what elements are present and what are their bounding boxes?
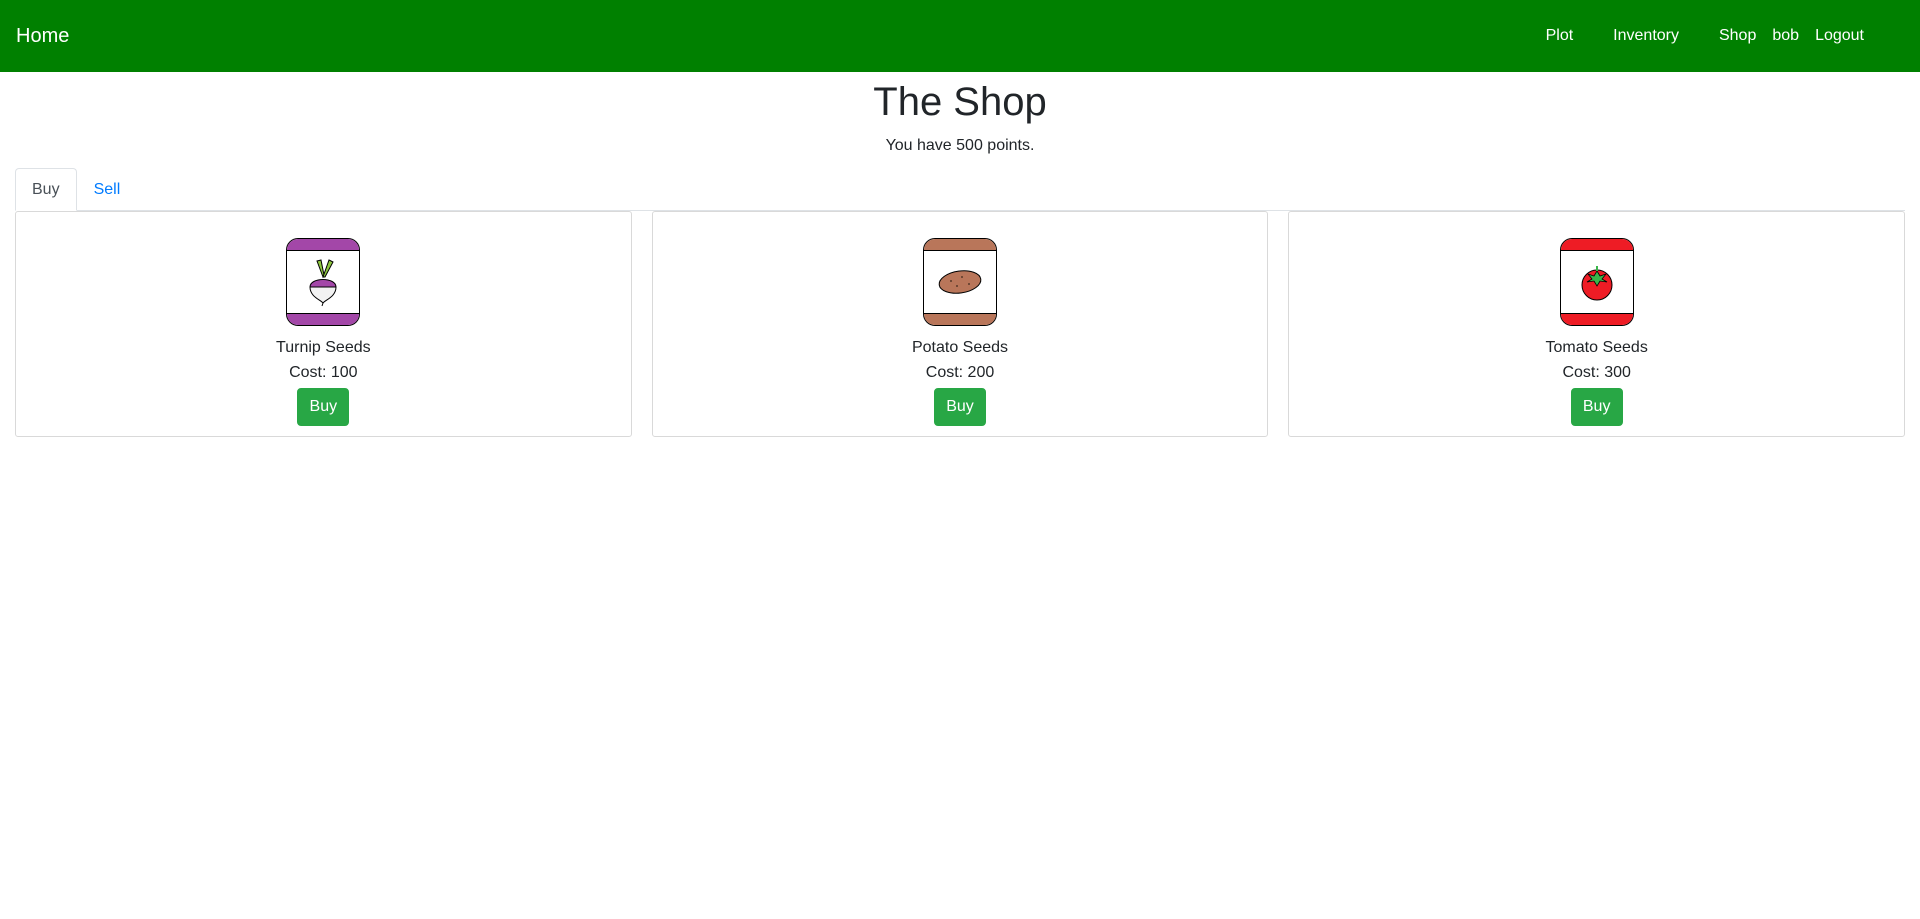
turnip-icon — [309, 259, 337, 307]
item-cost: Cost: 200 — [925, 364, 995, 381]
nav-plot-link[interactable]: Plot — [1538, 27, 1582, 45]
packet-band — [287, 239, 360, 251]
packet-band — [1560, 239, 1633, 251]
item-name: Tomato Seeds — [1545, 339, 1648, 356]
item-name: Turnip Seeds — [276, 339, 371, 356]
nav-inventory-link[interactable]: Inventory — [1605, 27, 1687, 45]
page-title: The Shop — [873, 80, 1047, 124]
points-balance: You have 500 points. — [885, 137, 1035, 154]
buy-tomato-button[interactable]: Buy — [1570, 388, 1623, 426]
shop-tabs: Buy Sell — [15, 168, 1905, 211]
home-link[interactable]: Home — [16, 25, 69, 48]
buy-potato-button[interactable]: Buy — [934, 388, 986, 426]
nav-shop-link[interactable]: Shop — [1711, 27, 1764, 45]
shop-item-card: Tomato Seeds Cost: 300 Buy — [1288, 211, 1906, 437]
shop-item-card: Potato Seeds Cost: 200 Buy — [651, 211, 1269, 437]
shop-items: Turnip Seeds Cost: 100 Buy Potato Seeds … — [15, 211, 1906, 437]
nav-logout-link[interactable]: Logout — [1807, 27, 1872, 45]
potato-seed-packet — [923, 238, 997, 326]
navbar: Home Plot Inventory Shop bob Logout — [0, 0, 1920, 72]
tab-sell[interactable]: Sell — [77, 168, 138, 211]
potato-icon — [938, 270, 982, 294]
buy-turnip-button[interactable]: Buy — [297, 388, 350, 426]
packet-band — [287, 313, 360, 325]
turnip-seed-packet — [286, 238, 361, 326]
item-cost: Cost: 300 — [1562, 364, 1631, 381]
nav-username[interactable]: bob — [1764, 27, 1807, 45]
shop-item-card: Turnip Seeds Cost: 100 Buy — [15, 211, 632, 437]
packet-band — [924, 239, 996, 251]
packet-band — [1560, 313, 1633, 325]
packet-band — [924, 313, 996, 325]
nav-links: Plot Inventory Shop bob Logout — [1538, 27, 1904, 45]
tab-buy[interactable]: Buy — [15, 168, 77, 211]
tomato-icon — [1581, 266, 1613, 301]
item-name: Potato Seeds — [911, 339, 1009, 356]
tomato-seed-packet — [1559, 238, 1634, 326]
item-cost: Cost: 100 — [289, 364, 358, 381]
